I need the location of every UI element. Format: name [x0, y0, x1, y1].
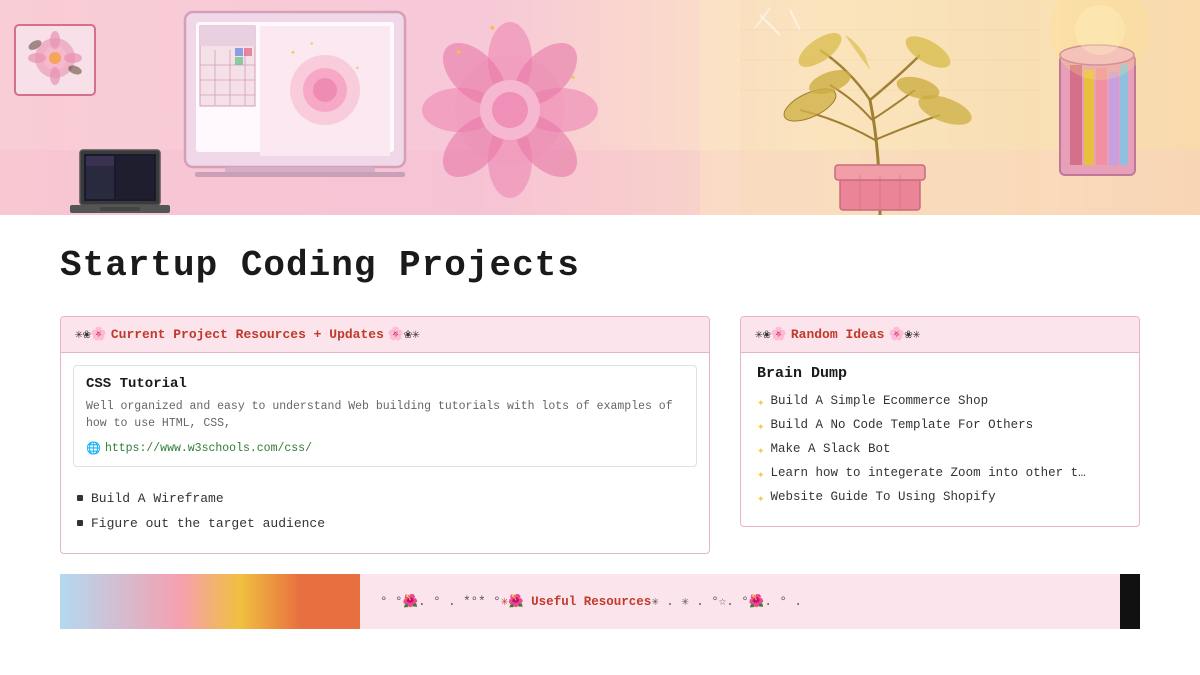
bottom-area: ° °🌺. ° . *°* ° ✳🌺 Useful Resources ✳ . …: [60, 574, 1140, 629]
bullet-dot-2: [77, 520, 83, 526]
random-ideas-panel: ✳❀🌸 Random Ideas 🌸❀✳ Brain Dump ✦ Build …: [740, 316, 1140, 527]
idea-item-4: ✦ Learn how to integerate Zoom into othe…: [757, 466, 1123, 482]
svg-text:✦: ✦: [455, 45, 462, 59]
brain-dump-title: Brain Dump: [757, 365, 1123, 382]
right-column: ✳❀🌸 Random Ideas 🌸❀✳ Brain Dump ✦ Build …: [740, 316, 1140, 554]
current-projects-title: Current Project Resources + Updates: [111, 327, 384, 342]
idea-item-2: ✦ Build A No Code Template For Others: [757, 418, 1123, 434]
css-tutorial-card[interactable]: CSS Tutorial Well organized and easy to …: [73, 365, 697, 467]
svg-text:✦: ✦: [290, 48, 296, 59]
bullet-list: Build A Wireframe Figure out the target …: [61, 479, 709, 553]
columns-layout: ✳❀🌸 Current Project Resources + Updates …: [60, 316, 1140, 554]
header-suffix-right: 🌸❀✳: [888, 327, 920, 342]
idea-item-1: ✦ Build A Simple Ecommerce Shop: [757, 394, 1123, 410]
random-ideas-title: Random Ideas: [791, 327, 885, 342]
css-tutorial-desc: Well organized and easy to understand We…: [86, 398, 684, 433]
current-projects-header: ✳❀🌸 Current Project Resources + Updates …: [61, 317, 709, 353]
svg-text:✦: ✦: [570, 73, 576, 84]
black-bar: [1120, 574, 1140, 629]
svg-text:✦: ✦: [355, 64, 360, 73]
bottom-bar-title: ✳🌺 Useful Resources: [501, 593, 652, 609]
svg-text:◆: ◆: [310, 40, 314, 47]
idea-star-1: ✦: [757, 394, 765, 410]
hero-illustration: ✦ ✦ ◆ ✦ ✦ ◆: [0, 0, 1200, 215]
idea-star-2: ✦: [757, 418, 765, 434]
idea-text-1: Build A Simple Ecommerce Shop: [771, 394, 989, 408]
header-prefix-right: ✳❀🌸: [755, 327, 787, 342]
idea-item-3: ✦ Make A Slack Bot: [757, 442, 1123, 458]
header-prefix-left: ✳❀🌸: [75, 327, 107, 342]
bullet-item-1: Build A Wireframe: [77, 491, 693, 506]
bottom-bar-suffix: ✳ . ✳ . °☆. °🌺. ° .: [651, 593, 802, 609]
left-column: ✳❀🌸 Current Project Resources + Updates …: [60, 316, 710, 554]
idea-star-4: ✦: [757, 466, 765, 482]
css-tutorial-url[interactable]: 🌐 https://www.w3schools.com/css/: [86, 441, 684, 456]
url-icon: 🌐: [86, 441, 101, 456]
idea-star-5: ✦: [757, 490, 765, 506]
idea-text-2: Build A No Code Template For Others: [771, 418, 1034, 432]
ideas-content: Brain Dump ✦ Build A Simple Ecommerce Sh…: [741, 353, 1139, 526]
hero-banner: ✦ ✦ ◆ ✦ ✦ ◆: [0, 0, 1200, 215]
css-tutorial-title: CSS Tutorial: [86, 376, 684, 392]
page-title: Startup Coding Projects: [60, 245, 1140, 286]
bullet-dot-1: [77, 495, 83, 501]
bottom-bar: ° °🌺. ° . *°* ° ✳🌺 Useful Resources ✳ . …: [360, 574, 1120, 629]
random-ideas-header: ✳❀🌸 Random Ideas 🌸❀✳: [741, 317, 1139, 353]
bullet-item-2: Figure out the target audience: [77, 516, 693, 531]
bullet-text-2: Figure out the target audience: [91, 516, 325, 531]
main-content: Startup Coding Projects ✳❀🌸 Current Proj…: [0, 215, 1200, 649]
idea-text-3: Make A Slack Bot: [771, 442, 891, 456]
current-projects-panel: ✳❀🌸 Current Project Resources + Updates …: [60, 316, 710, 554]
header-suffix-left: 🌸❀✳: [388, 327, 420, 342]
bottom-image: [60, 574, 360, 629]
idea-star-3: ✦: [757, 442, 765, 458]
idea-text-5: Website Guide To Using Shopify: [771, 490, 996, 504]
bottom-bar-prefix: ° °🌺. ° . *°* °: [380, 594, 501, 609]
idea-item-5: ✦ Website Guide To Using Shopify: [757, 490, 1123, 506]
idea-text-4: Learn how to integerate Zoom into other …: [771, 466, 1086, 480]
url-text: https://www.w3schools.com/css/: [105, 442, 312, 455]
bullet-text-1: Build A Wireframe: [91, 491, 224, 506]
laptop-icon: [70, 145, 170, 215]
svg-text:◆: ◆: [490, 24, 495, 33]
